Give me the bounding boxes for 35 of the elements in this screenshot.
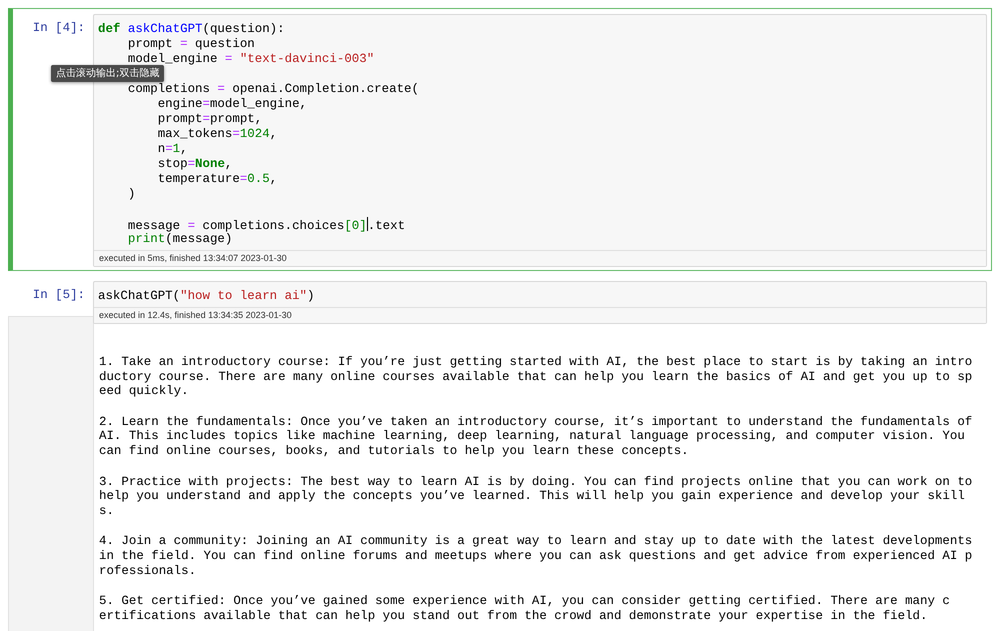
execution-info: executed in 5ms, finished 13:34:07 2023-01-30 [94,250,986,266]
code-line: engine=model_engine, [156,97,308,112]
code-line: def askChatGPT(question): [98,22,286,37]
output-line: in the field. You can find online forums and meetups where you can ask questions and get advice from experienced AI p [99,548,974,564]
output-line: rofessionals. [99,564,198,578]
code-line: temperature=0.5, [156,172,278,187]
text-cursor [366,217,368,231]
code-input[interactable]: askChatGPT("how to learn ai") executed in 12.4s, finished 13:34:35 2023-01-30 [93,281,987,324]
execution-info: executed in 12.4s, finished 13:34:35 2023-01-30 [94,307,986,323]
output-line: help you understand and apply the concepts you’ve learned. This will help you gain experience and develop your skill [99,489,966,504]
code-line: askChatGPT("how to learn ai") [98,289,316,304]
code-line: n=1, [156,142,189,157]
code-line: stop=None, [156,157,234,172]
output-line: ductory course. There are many online courses available that can help you learn the basics of AI and get you up to sp [99,370,974,384]
output-line: ertifications available that can help you stand out from the crowd and demonstrate your expertise in the field. [99,608,928,624]
code-line: ) [126,187,136,202]
output-line: 3. Practice with projects: The best way to learn AI is by doing. You can find projects online that you can work on to [99,474,974,490]
output-line: 4. Join a community: Joining an AI community is a great way to learn and stay up to date with the latest developments [99,534,974,549]
tooltip: 点击滚动输出;双击隐藏 [51,65,164,82]
code-line: prompt = question [126,37,256,52]
code-line: completions = openai.Completion.create( [126,82,420,97]
output-line: can find online courses, books, and tutorials to help you learn these concepts. [99,444,690,459]
code-line: print(message) [126,232,234,247]
cell-prompt: In [4]: [32,20,86,36]
output-line: s. [99,504,115,518]
output-line: AI. This includes topics like machine learning, deep learning, natural language processing, and computer vision. You [99,429,966,444]
output-line: eed quickly. [99,384,190,399]
code-line: message = completions.choices[0].text [126,217,406,232]
output-line: 5. Get certified: Once you’ve gained some experience with AI, you can consider getting certified. There are many c [99,594,951,609]
code-line: prompt=prompt, [156,112,264,127]
output-line: 2. Learn the fundamentals: Once you’ve taken an introductory course, it’s important to understand the fundamentals of [99,414,974,430]
cell-prompt: In [5]: [32,287,86,303]
code-line: model_engine = "text-davinci-003" [126,52,376,67]
code-line: max_tokens=1024, [156,127,278,142]
output-line: 1. Take an introductory course: If you’re just getting started with AI, the best place to start is by taking an intro [99,355,974,370]
